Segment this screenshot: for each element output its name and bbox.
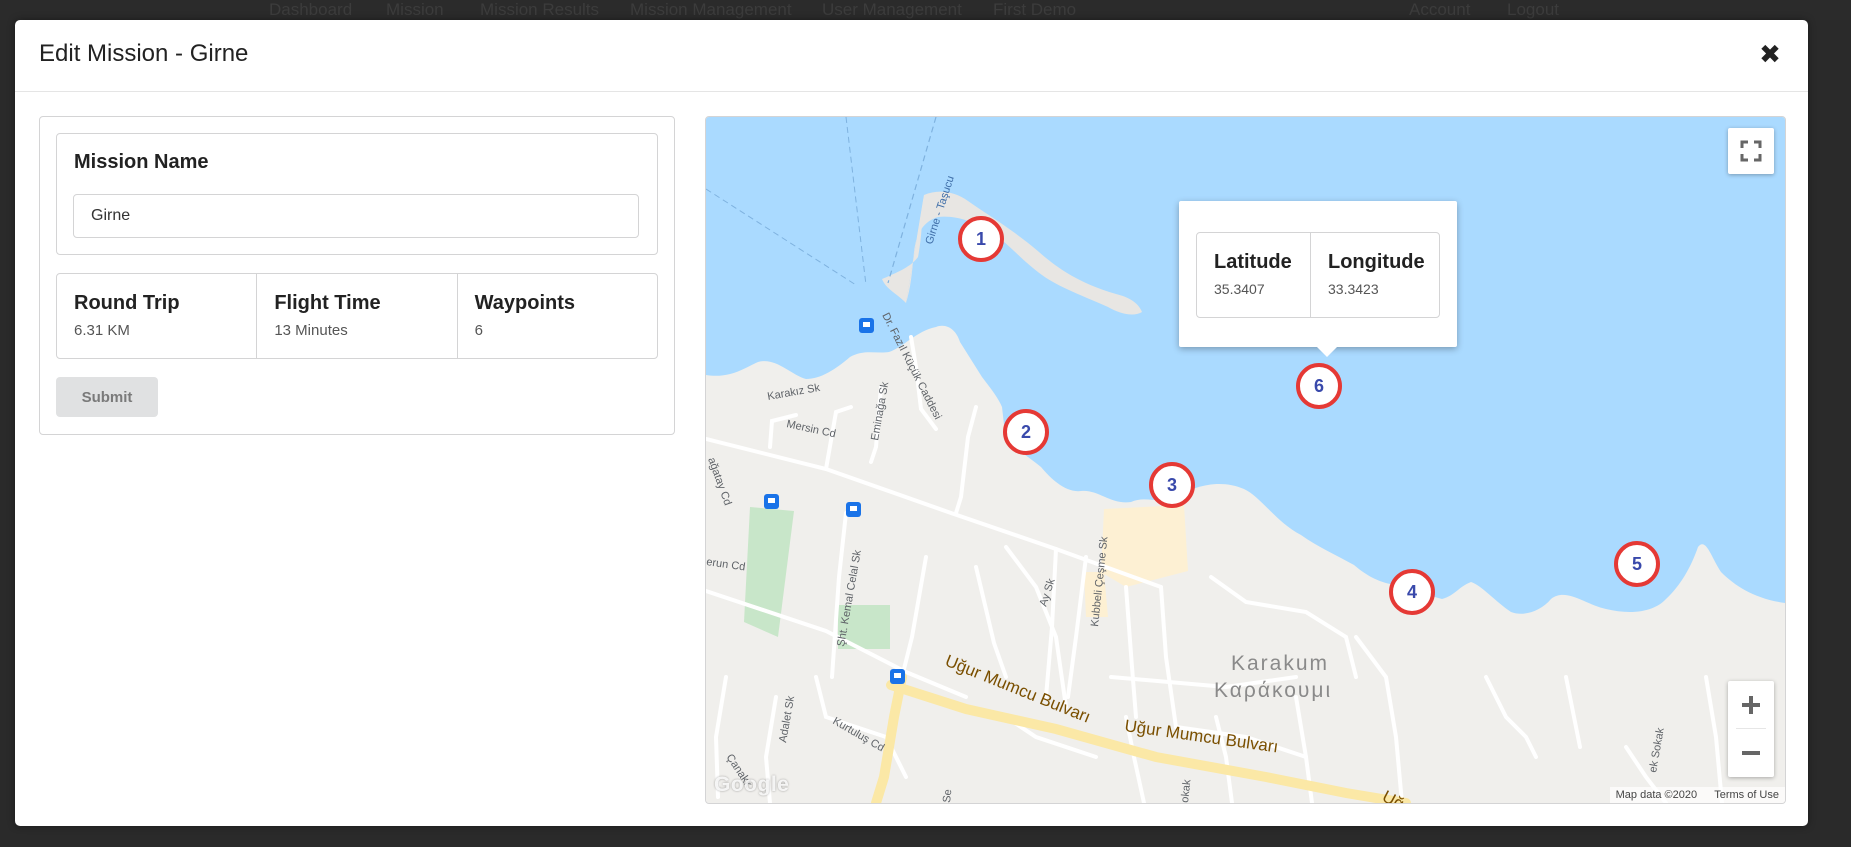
stat-value: 6 [474, 322, 483, 339]
map-data-text: Map data ©2020 [1615, 789, 1698, 801]
modal-header: Edit Mission - Girne ✖ [15, 20, 1808, 92]
stat-value: 6.31 KM [74, 322, 130, 339]
nav-logout[interactable]: Logout [1507, 0, 1559, 20]
waypoint-marker[interactable]: 4 [1389, 569, 1435, 615]
mission-form-panel: Mission Name Round Trip 6.31 KM Flight T… [39, 116, 675, 435]
label-se: Se [941, 789, 954, 803]
stat-round-trip: Round Trip 6.31 KM [57, 274, 258, 358]
latitude-column: Latitude 35.3407 [1197, 233, 1311, 317]
nav-dashboard[interactable]: Dashboard [269, 0, 352, 20]
edit-mission-modal: Edit Mission - Girne ✖ Mission Name Roun… [15, 20, 1808, 826]
longitude-value: 33.3423 [1328, 281, 1379, 297]
coordinates-table: Latitude 35.3407 Longitude 33.3423 [1196, 232, 1440, 318]
stat-value: 13 Minutes [274, 322, 348, 339]
mission-name-label: Mission Name [74, 151, 209, 173]
label-karakum: Karakum [1231, 652, 1329, 675]
stat-label: Round Trip [74, 292, 180, 314]
waypoint-info-window: Latitude 35.3407 Longitude 33.3423 [1179, 201, 1457, 357]
modal-title: Edit Mission - Girne [39, 40, 249, 67]
plus-icon[interactable] [1728, 681, 1774, 729]
nav-user-management[interactable]: User Management [822, 0, 962, 20]
stat-label: Waypoints [474, 292, 576, 314]
latitude-value: 35.3407 [1214, 281, 1265, 297]
stat-waypoints: Waypoints 6 [458, 274, 657, 358]
waypoint-marker[interactable]: 1 [958, 216, 1004, 262]
label-okak: okak [1179, 778, 1193, 803]
minus-icon[interactable] [1728, 729, 1774, 777]
nav-account[interactable]: Account [1409, 0, 1470, 20]
nav-mission-management[interactable]: Mission Management [630, 0, 792, 20]
fullscreen-icon[interactable] [1728, 128, 1774, 174]
submit-button[interactable]: Submit [56, 377, 158, 417]
nav-mission[interactable]: Mission [386, 0, 444, 20]
waypoint-marker[interactable]: 6 [1296, 363, 1342, 409]
mission-stats: Round Trip 6.31 KM Flight Time 13 Minute… [56, 273, 658, 359]
waypoint-marker[interactable]: 3 [1149, 462, 1195, 508]
latitude-label: Latitude [1214, 251, 1292, 273]
label-karakoumi: Καράκουμι [1214, 679, 1332, 702]
waypoint-marker[interactable]: 2 [1003, 409, 1049, 455]
stat-label: Flight Time [274, 292, 381, 314]
google-logo: Google [714, 773, 790, 796]
nav-first-demo[interactable]: First Demo [993, 0, 1076, 20]
longitude-label: Longitude [1328, 251, 1425, 273]
nav-mission-results[interactable]: Mission Results [480, 0, 599, 20]
close-icon[interactable]: ✖ [1758, 41, 1782, 67]
stat-flight-time: Flight Time 13 Minutes [257, 274, 458, 358]
waypoint-marker[interactable]: 5 [1614, 541, 1660, 587]
longitude-column: Longitude 33.3423 [1311, 233, 1439, 317]
mission-name-card: Mission Name [56, 133, 658, 255]
top-nav: Dashboard Mission Mission Results Missio… [0, 0, 1851, 20]
mission-map[interactable]: Girne - Taşucu Dr. Fazıl Küçük Caddesi M… [705, 116, 1786, 804]
map-attribution: Map data ©2020 Terms of Use [1609, 787, 1785, 803]
zoom-control [1728, 681, 1774, 777]
mission-name-input[interactable] [73, 194, 639, 238]
terms-link[interactable]: Terms of Use [1714, 789, 1779, 801]
